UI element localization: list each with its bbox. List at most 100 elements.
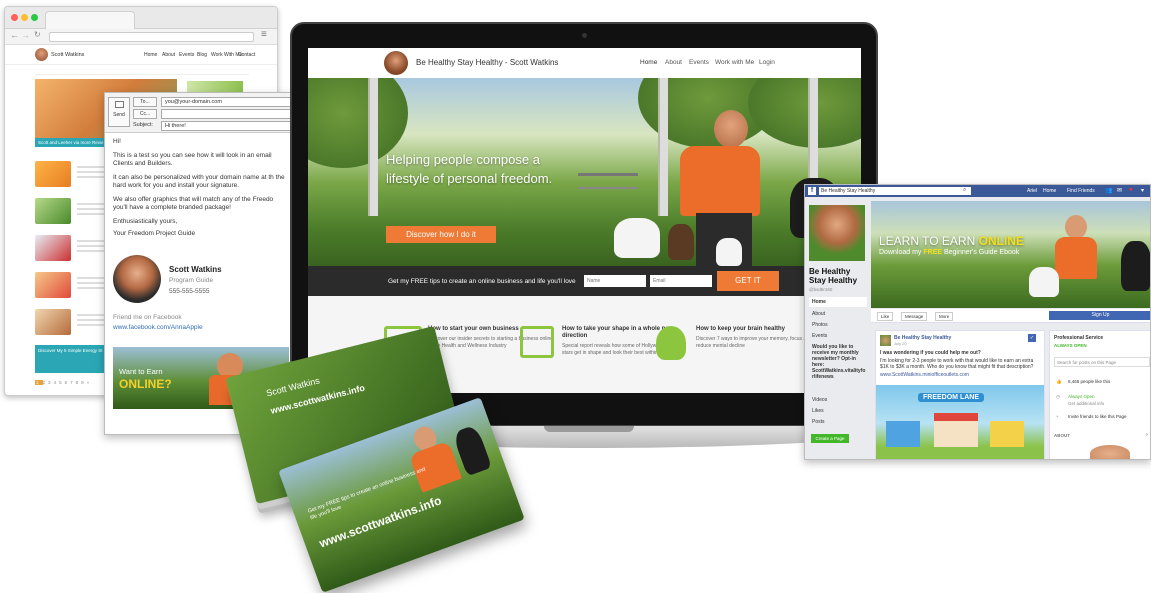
page-next[interactable]: »: [87, 380, 93, 385]
banner-small-text: Want to Earn: [119, 367, 163, 376]
to-button[interactable]: To...: [133, 97, 157, 107]
cc-field[interactable]: [161, 109, 291, 119]
minimize-dot[interactable]: [21, 14, 28, 21]
side-invite[interactable]: Invite friends to like this Page: [1068, 414, 1127, 419]
nav-blog[interactable]: Blog: [197, 52, 207, 58]
dog: [716, 238, 742, 266]
action-bar: Like Message More Sign Up: [871, 309, 1150, 323]
page-search-input[interactable]: Search for posts on this Page: [1054, 357, 1150, 367]
laptop-notch: [544, 426, 634, 432]
site-title[interactable]: Be Healthy Stay Healthy - Scott Watkins: [416, 58, 558, 67]
post-question: I was wondering if you could help me out…: [880, 350, 981, 356]
signup-button[interactable]: Sign Up: [1049, 311, 1150, 320]
reload-icon[interactable]: ↻: [34, 30, 41, 39]
nav-about[interactable]: About: [162, 52, 175, 58]
nav-login[interactable]: Login: [759, 59, 775, 66]
avatar: [35, 48, 48, 61]
nav-work[interactable]: Work with Me: [715, 59, 754, 66]
optin-text: Get my FREE tips to create an online bus…: [388, 278, 576, 285]
friends-icon[interactable]: 👥: [1105, 187, 1112, 194]
back-arrow-icon[interactable]: ←: [10, 30, 19, 40]
name-input[interactable]: [584, 275, 646, 287]
post-thumbnail[interactable]: [35, 198, 71, 224]
like-button[interactable]: Like: [877, 312, 894, 321]
nav-events[interactable]: Events: [179, 52, 194, 58]
page-1[interactable]: 1: [35, 380, 43, 385]
fb-nav-likes[interactable]: Likes: [812, 408, 824, 414]
person-head: [714, 110, 748, 148]
logo-avatar: [384, 51, 408, 75]
send-button[interactable]: Send: [108, 97, 130, 127]
close-dot[interactable]: [11, 14, 18, 21]
greeting: Hi!: [113, 138, 121, 145]
to-field[interactable]: you@your-domain.com: [161, 97, 291, 107]
browser-tab[interactable]: [45, 11, 135, 29]
footer-banner[interactable]: Discover My 5 Simple Energy St: [35, 345, 107, 373]
nav-home[interactable]: Home: [144, 52, 157, 58]
cover-headline: LEARN TO EARN ONLINE: [879, 234, 1024, 248]
browser-titlebar: [5, 7, 277, 29]
browser-navbar: ← → ↻ ≡: [5, 29, 277, 45]
post-excerpt: [77, 274, 107, 292]
fb-nav-posts[interactable]: Posts: [812, 419, 825, 425]
post-thumbnail[interactable]: [35, 161, 71, 187]
nav-about[interactable]: About: [665, 59, 682, 66]
chevron-down-icon[interactable]: ▾: [1141, 187, 1144, 194]
profile-picture[interactable]: [809, 205, 865, 261]
forward-arrow-icon[interactable]: →: [21, 30, 30, 40]
sig-title: Program Guide: [169, 277, 214, 284]
fb-find-friends[interactable]: Find Friends: [1067, 188, 1095, 194]
chevron-right-icon[interactable]: ›: [1146, 432, 1148, 438]
fb-nav-newsletter[interactable]: Would you like to receive my monthly new…: [812, 344, 868, 380]
address-bar[interactable]: [49, 32, 254, 42]
dog: [1121, 241, 1150, 291]
facebook-mockup: f Be Healthy Stay Healthy ⌕ Ariel Home F…: [804, 184, 1151, 460]
cover-text: LEARN TO EARN: [879, 234, 976, 248]
notifications-icon[interactable]: ●: [1129, 187, 1133, 193]
facebook-link[interactable]: www.facebook.com/AnnaApple: [113, 324, 203, 331]
fb-nav-about[interactable]: About: [812, 311, 825, 317]
post-thumbnail[interactable]: [35, 235, 71, 261]
side-info[interactable]: Get additional info: [1068, 401, 1104, 406]
post-thumbnail[interactable]: [35, 272, 71, 298]
send-label: Send: [113, 112, 125, 118]
post-image[interactable]: FREEDOM LANE: [876, 385, 1044, 459]
paragraph: This is a test so you can see how it wil…: [113, 152, 272, 167]
message-button[interactable]: Message: [901, 312, 928, 321]
tree-trunk: [658, 78, 668, 216]
fb-nav-videos[interactable]: Videos: [812, 397, 827, 403]
cc-button[interactable]: Cc...: [133, 109, 157, 119]
create-page-button[interactable]: Create a Page: [811, 434, 849, 443]
dog: [614, 218, 660, 258]
post-link[interactable]: www.ScottWatkins.miniofficeoutlets.com: [880, 372, 969, 378]
checkbox-icon[interactable]: ✓: [1028, 334, 1036, 342]
cover-text: Download my: [879, 249, 924, 256]
fb-handle: @bsd6r160: [809, 287, 833, 292]
get-it-button[interactable]: GET IT: [717, 271, 779, 291]
facebook-logo-icon[interactable]: f: [808, 187, 816, 195]
add-friend-icon: +: [1056, 414, 1059, 419]
fb-nav-photos[interactable]: Photos: [812, 322, 828, 328]
email-input[interactable]: [650, 275, 712, 287]
guide-line: Your Freedom Project Guide: [113, 230, 196, 237]
house-image: [886, 421, 920, 447]
fb-nav-events[interactable]: Events: [812, 333, 827, 339]
maximize-dot[interactable]: [31, 14, 38, 21]
search-icon[interactable]: ⌕: [963, 187, 966, 194]
nav-events[interactable]: Events: [689, 59, 709, 66]
person-shirt: [680, 146, 760, 216]
facebook-topbar: f Be Healthy Stay Healthy ⌕ Ariel Home F…: [805, 185, 1150, 197]
dog: [1029, 267, 1059, 297]
fb-search-input[interactable]: Be Healthy Stay Healthy: [819, 187, 971, 195]
nav-contact[interactable]: Contact: [238, 52, 255, 58]
discover-button[interactable]: Discover how I do it: [386, 226, 496, 243]
fb-nav-home[interactable]: Home: [809, 297, 867, 307]
menu-icon[interactable]: ≡: [261, 29, 267, 40]
subject-field[interactable]: Hi there!: [161, 121, 291, 131]
fb-home[interactable]: Home: [1043, 188, 1056, 194]
fb-user[interactable]: Ariel: [1027, 188, 1037, 194]
nav-home[interactable]: Home: [640, 59, 657, 66]
more-button[interactable]: More: [935, 312, 954, 321]
messages-icon[interactable]: ✉: [1117, 187, 1122, 194]
post-thumbnail[interactable]: [35, 309, 71, 335]
